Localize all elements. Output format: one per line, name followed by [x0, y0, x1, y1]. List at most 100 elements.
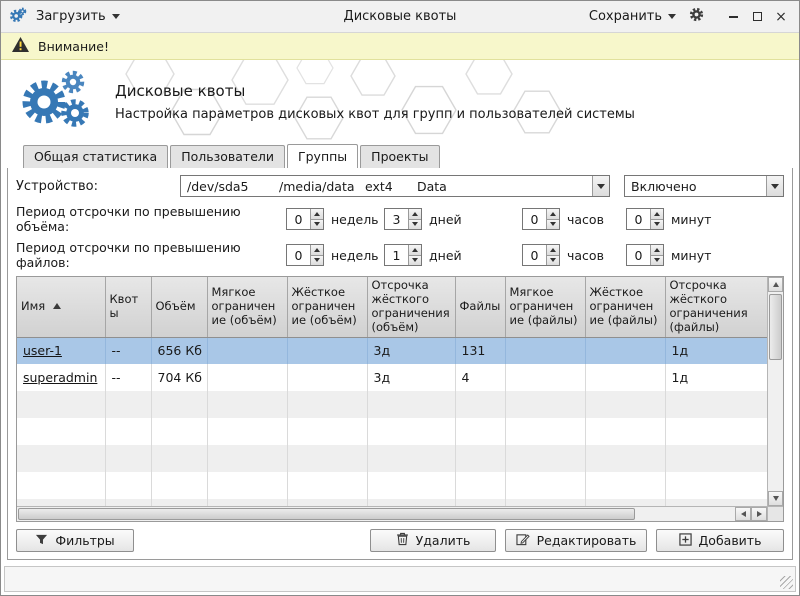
column-header-hard-limit-files[interactable]: Жёсткое ограничение (файлы): [585, 277, 665, 337]
cell-soft-volume: [207, 337, 287, 364]
grace-volume-weeks-spinbox[interactable]: 0: [286, 208, 324, 230]
spin-up-button[interactable]: [311, 245, 323, 256]
spin-value: 3: [385, 209, 408, 229]
horizontal-scroll-thumb[interactable]: [18, 508, 635, 520]
device-select-arrow[interactable]: [592, 176, 609, 196]
table-row-superadmin[interactable]: superadmin -- 704 Кб 3д 4 1д: [17, 364, 767, 391]
empty-table-row[interactable]: [17, 499, 767, 506]
close-button[interactable]: ×: [771, 8, 791, 26]
horizontal-scroll-track[interactable]: [17, 507, 735, 521]
tab-groups[interactable]: Группы: [287, 144, 358, 168]
spin-down-button[interactable]: [409, 256, 421, 266]
horizontal-scrollbar[interactable]: [17, 506, 783, 521]
vertical-scroll-track[interactable]: [768, 292, 783, 491]
device-row: Устройство: /dev/sda5 /media/data ext4 D…: [16, 175, 784, 197]
spin-up-button[interactable]: [547, 245, 559, 256]
sort-ascending-icon: [53, 303, 61, 309]
empty-table-row[interactable]: [17, 472, 767, 499]
scroll-left-button[interactable]: [735, 507, 751, 521]
column-header-soft-limit-files[interactable]: Мягкое ограничение (файлы): [505, 277, 585, 337]
column-header-name[interactable]: Имя: [17, 277, 105, 337]
device-select[interactable]: /dev/sda5 /media/data ext4 Data: [180, 175, 610, 197]
tab-projects[interactable]: Проекты: [360, 145, 439, 168]
grace-files-hours-spinbox[interactable]: 0: [522, 244, 560, 266]
grace-volume-minutes-spinbox[interactable]: 0: [626, 208, 664, 230]
minimize-button[interactable]: [723, 8, 743, 26]
spin-down-button[interactable]: [547, 256, 559, 266]
triangle-up-icon: [654, 212, 660, 216]
spin-down-button[interactable]: [547, 220, 559, 230]
scroll-up-button[interactable]: [768, 277, 783, 292]
vertical-scroll-thumb[interactable]: [769, 294, 782, 360]
page-subtitle: Настройка параметров дисковых квот для г…: [115, 107, 635, 122]
column-header-quotas[interactable]: Квоты: [105, 277, 151, 337]
spin-value: 0: [287, 245, 310, 265]
spin-up-button[interactable]: [409, 245, 421, 256]
grace-files-days-spinbox[interactable]: 1: [384, 244, 422, 266]
action-buttons-row: Фильтры Удалить: [16, 529, 784, 552]
grace-files-row: Период отсрочки по превышению файлов: 0 …: [16, 240, 784, 270]
triangle-left-icon: [741, 511, 746, 517]
triangle-down-icon: [412, 222, 418, 226]
save-menu-button[interactable]: Сохранить: [589, 9, 676, 24]
settings-gear-icon[interactable]: [688, 6, 705, 27]
spin-up-button[interactable]: [651, 209, 663, 220]
spin-down-button[interactable]: [409, 220, 421, 230]
row-name-link[interactable]: superadmin: [23, 370, 97, 385]
empty-table-row[interactable]: [17, 391, 767, 418]
column-header-files[interactable]: Файлы: [455, 277, 505, 337]
cell-grace-volume: 3д: [367, 337, 455, 364]
empty-table-row[interactable]: [17, 445, 767, 472]
grace-files-minutes-spinbox[interactable]: 0: [626, 244, 664, 266]
triangle-down-icon: [773, 496, 779, 501]
page-title: Дисковые квоты: [115, 82, 635, 100]
grace-files-weeks-spinbox[interactable]: 0: [286, 244, 324, 266]
device-label: Устройство:: [16, 179, 166, 194]
spin-value: 0: [287, 209, 310, 229]
quota-status-select[interactable]: Включено: [624, 175, 784, 197]
tab-general-stats[interactable]: Общая статистика: [23, 145, 168, 168]
spin-up-button[interactable]: [311, 209, 323, 220]
save-menu-label: Сохранить: [589, 9, 662, 24]
spin-down-button[interactable]: [651, 220, 663, 230]
cell-files: 131: [455, 337, 505, 364]
quota-status-arrow[interactable]: [766, 176, 783, 196]
cell-soft-files: [505, 337, 585, 364]
maximize-button[interactable]: [747, 8, 767, 26]
grace-volume-days-spinbox[interactable]: 3: [384, 208, 422, 230]
delete-button-label: Удалить: [416, 533, 471, 548]
spin-down-button[interactable]: [311, 220, 323, 230]
column-header-soft-limit-volume[interactable]: Мягкое ограничение (объём): [207, 277, 287, 337]
table-row-user-1[interactable]: user-1 -- 656 Кб 3д 131 1д: [17, 337, 767, 364]
vertical-scrollbar[interactable]: [767, 277, 783, 506]
delete-button[interactable]: Удалить: [370, 529, 496, 552]
grace-volume-hours-spinbox[interactable]: 0: [522, 208, 560, 230]
tab-users[interactable]: Пользователи: [170, 145, 285, 168]
edit-button[interactable]: Редактировать: [505, 529, 647, 552]
load-menu-button[interactable]: Загрузить: [36, 9, 120, 24]
triangle-down-icon: [550, 222, 556, 226]
filters-button[interactable]: Фильтры: [16, 529, 134, 552]
add-button[interactable]: Добавить: [656, 529, 784, 552]
triangle-up-icon: [412, 212, 418, 216]
column-header-grace-files[interactable]: Отсрочка жёсткого ограничения (файлы): [665, 277, 767, 337]
spin-up-button[interactable]: [651, 245, 663, 256]
chevron-down-icon: [771, 184, 779, 189]
scroll-right-button[interactable]: [751, 507, 767, 521]
unit-label: дней: [422, 212, 522, 227]
spin-down-button[interactable]: [311, 256, 323, 266]
resize-grip[interactable]: [780, 576, 793, 589]
spin-up-button[interactable]: [547, 209, 559, 220]
column-header-grace-volume[interactable]: Отсрочка жёсткого ограничения (объём): [367, 277, 455, 337]
column-header-volume[interactable]: Объём: [151, 277, 207, 337]
row-name-link[interactable]: user-1: [23, 343, 62, 358]
minimize-icon: [729, 16, 738, 18]
column-header-hard-limit-volume[interactable]: Жёсткое ограничение (объём): [287, 277, 367, 337]
empty-table-row[interactable]: [17, 418, 767, 445]
spin-up-button[interactable]: [409, 209, 421, 220]
scroll-down-button[interactable]: [768, 491, 783, 506]
cell-grace-files: 1д: [665, 364, 767, 391]
spin-down-button[interactable]: [651, 256, 663, 266]
scrollbar-corner: [767, 507, 783, 521]
warning-icon: [11, 36, 30, 56]
